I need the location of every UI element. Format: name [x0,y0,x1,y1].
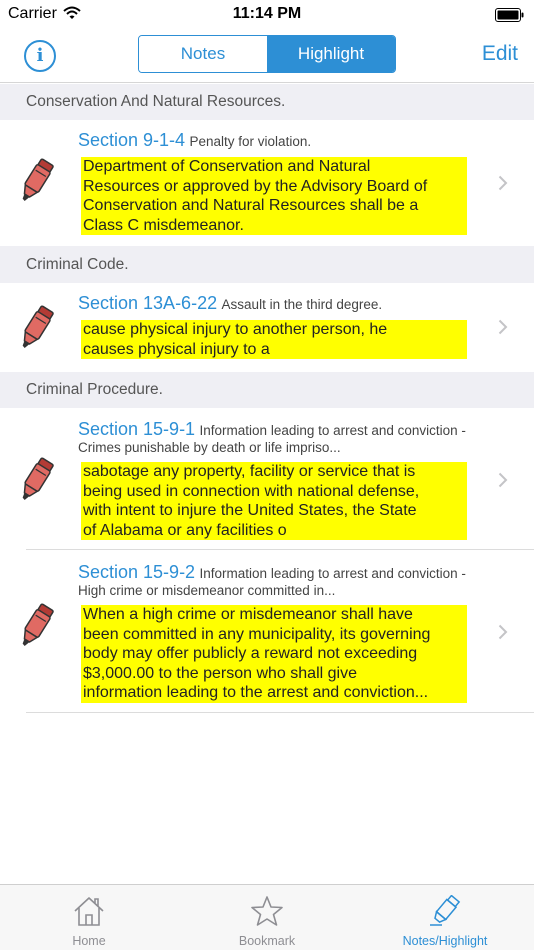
chevron-right-icon [498,472,508,488]
highlight-line: Conservation and Natural Resources shall… [83,197,419,214]
star-icon [251,896,283,926]
tab-label: Bookmark [238,934,296,948]
section-number: Section 9-1-4 [78,130,186,150]
row-title: Section 15-9-1 Information leading to ar… [78,419,468,456]
section-header: Criminal Procedure. [0,372,534,408]
edit-button[interactable]: Edit [482,42,518,66]
highlight-line: Department of Conservation and Natural [83,158,371,175]
highlighted-text: When a high crime or misdemeanor shall h… [81,605,467,703]
section-header: Criminal Code. [0,246,534,283]
section-number: Section 13A-6-22 [78,293,218,313]
highlight-line: Resources or approved by the Advisory Bo… [83,177,428,195]
highlight-line: causes physical injury to a [83,340,270,358]
marker-icon [22,457,54,501]
chevron-right-icon [498,624,508,640]
info-button[interactable]: i [24,40,56,72]
row-divider [26,549,534,550]
chevron-right-icon [498,319,508,335]
highlight-line: Class C misdemeanor. [83,216,244,234]
status-bar: Carrier 11:14 PM [0,0,534,30]
tab-bar: Home Bookmark Notes/Highlight [0,884,534,950]
row-title: Section 13A-6-22 Assault in the third de… [78,293,468,313]
section-number: Section 15-9-1 [78,419,196,439]
home-icon [74,897,104,926]
tab-notes-highlight[interactable]: Notes/Highlight [356,885,534,950]
tab-bookmark[interactable]: Bookmark [178,885,356,950]
navigation-bar: i Notes Highlight Edit [0,30,534,83]
section-title: Assault in the third degree. [221,297,383,312]
list-item[interactable]: Section 9-1-4 Penalty for violation. Dep… [0,120,534,245]
marker-icon [22,158,54,202]
list-item[interactable]: Section 15-9-1 Information leading to ar… [0,408,534,550]
row-title: Section 15-9-2 Information leading to ar… [78,562,468,599]
section-title: Penalty for violation. [189,134,312,149]
tab-label: Notes/Highlight [402,934,488,948]
section-number: Section 15-9-2 [78,562,196,582]
marker-icon [22,305,54,349]
highlight-line: cause physical injury to another person,… [83,321,388,338]
row-divider [26,712,534,713]
battery-icon [495,8,524,22]
list-item[interactable]: Section 15-9-2 Information leading to ar… [0,551,534,713]
highlighter-icon [430,895,461,926]
tab-label: Home [72,934,106,948]
notes-highlight-segmented-control: Notes Highlight [138,35,396,73]
row-title: Section 9-1-4 Penalty for violation. [78,130,468,150]
highlight-line: of Alabama or any facilities o [83,521,287,539]
highlighted-text: cause physical injury to another person,… [81,320,467,359]
highlight-line: being used in connection with national d… [83,482,420,500]
highlight-line: sabotage any property, facility or servi… [83,463,416,480]
status-time: 11:14 PM [232,5,302,22]
highlighted-text: Department of Conservation and Natural R… [81,157,467,235]
section-header: Conservation And Natural Resources. [0,84,534,120]
highlight-line: information leading to the arrest and co… [83,684,429,701]
chevron-right-icon [498,175,508,191]
segment-notes[interactable]: Notes [139,36,267,72]
highlighted-text: sabotage any property, facility or servi… [81,462,467,540]
highlight-line: been committed in any municipality, its … [83,625,431,643]
highlight-line: with intent to injure the United States,… [83,502,417,519]
highlight-line: When a high crime or misdemeanor shall h… [83,606,413,623]
list-item[interactable]: Section 13A-6-22 Assault in the third de… [0,283,534,372]
tab-home[interactable]: Home [0,885,178,950]
segment-highlight[interactable]: Highlight [267,36,395,72]
marker-icon [22,603,54,647]
highlight-line: body may offer publicly a reward not exc… [83,645,418,662]
highlight-line: $3,000.00 to the person who shall give [83,664,357,682]
